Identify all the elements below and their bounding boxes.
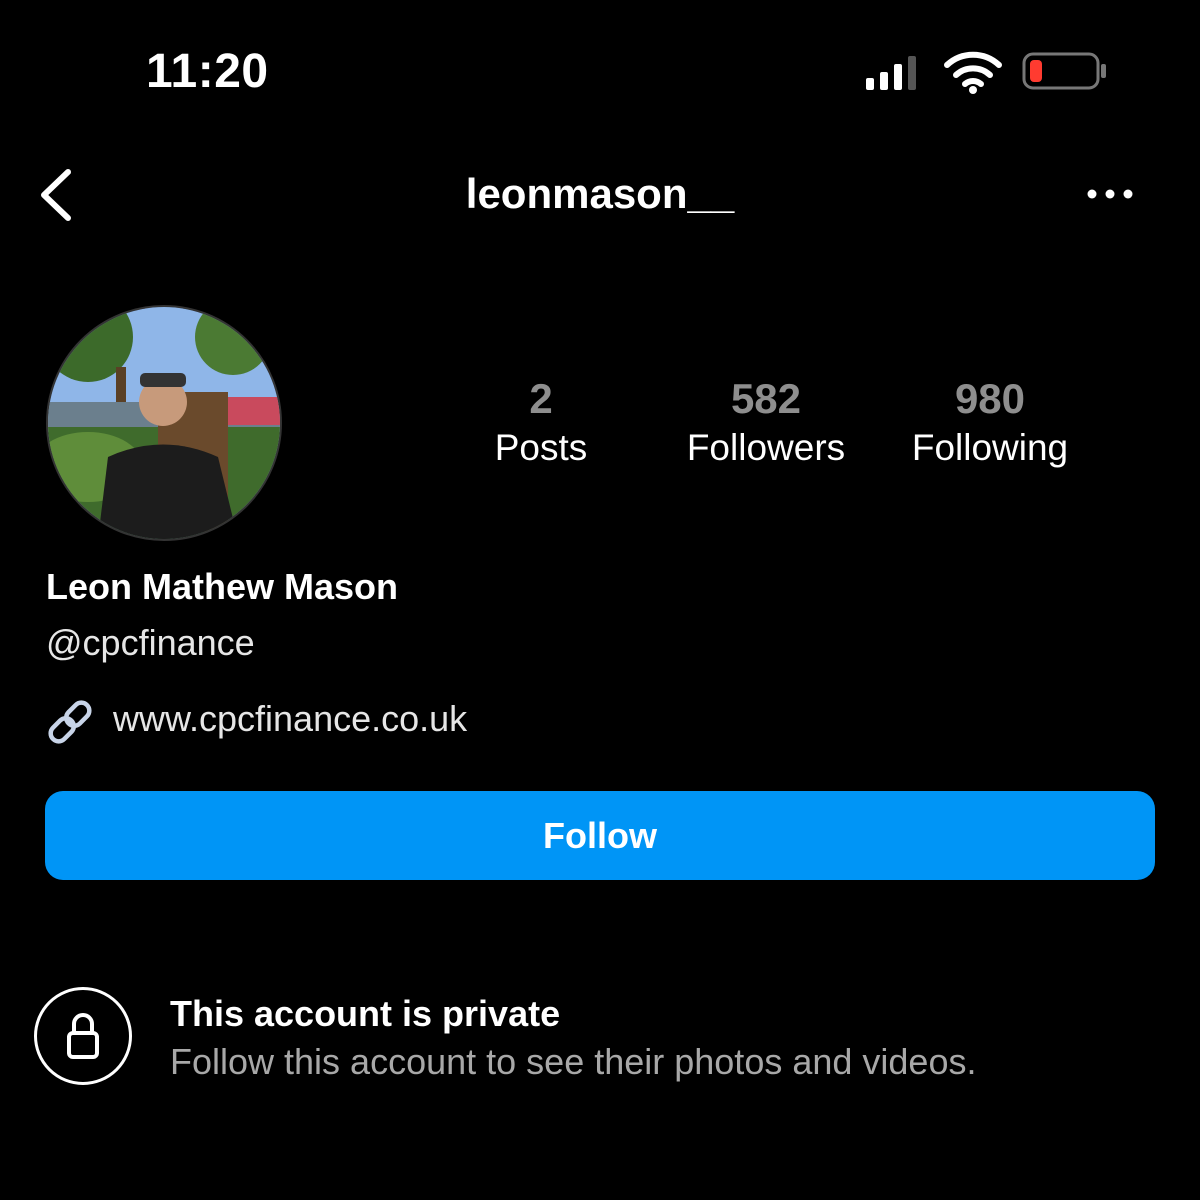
profile-username-title: leonmason__ — [465, 170, 735, 217]
private-account-title: This account is private — [170, 993, 561, 1034]
stat-followers-count: 582 — [730, 375, 802, 422]
profile-mention-handle[interactable]: @cpcfinance — [46, 622, 255, 664]
stat-followers-label: Followers — [686, 427, 846, 468]
status-time: 11:20 — [146, 45, 269, 98]
ellipsis-icon[interactable] — [1084, 182, 1136, 206]
private-account-subtitle: Follow this account to see their photos … — [170, 1041, 977, 1082]
stat-followers[interactable]: 582 Followers — [656, 375, 876, 473]
profile-website-link[interactable]: www.cpcfinance.co.uk — [113, 698, 467, 740]
follow-button[interactable]: Follow — [45, 791, 1155, 880]
battery-low-icon — [1022, 52, 1106, 90]
lock-icon-circle — [34, 987, 132, 1085]
stat-posts-count: 2 — [529, 375, 553, 422]
stat-following-count: 980 — [954, 375, 1026, 422]
stat-following-label: Following — [911, 427, 1069, 468]
signal-bars-icon — [866, 54, 916, 90]
wifi-icon — [944, 51, 1002, 94]
link-icon — [48, 700, 92, 744]
stat-posts-label: Posts — [494, 427, 588, 468]
profile-photo[interactable] — [46, 305, 282, 541]
lock-icon — [67, 1013, 99, 1059]
stat-posts: 2 Posts — [431, 375, 651, 473]
stat-following[interactable]: 980 Following — [880, 375, 1100, 473]
profile-full-name: Leon Mathew Mason — [46, 566, 399, 607]
